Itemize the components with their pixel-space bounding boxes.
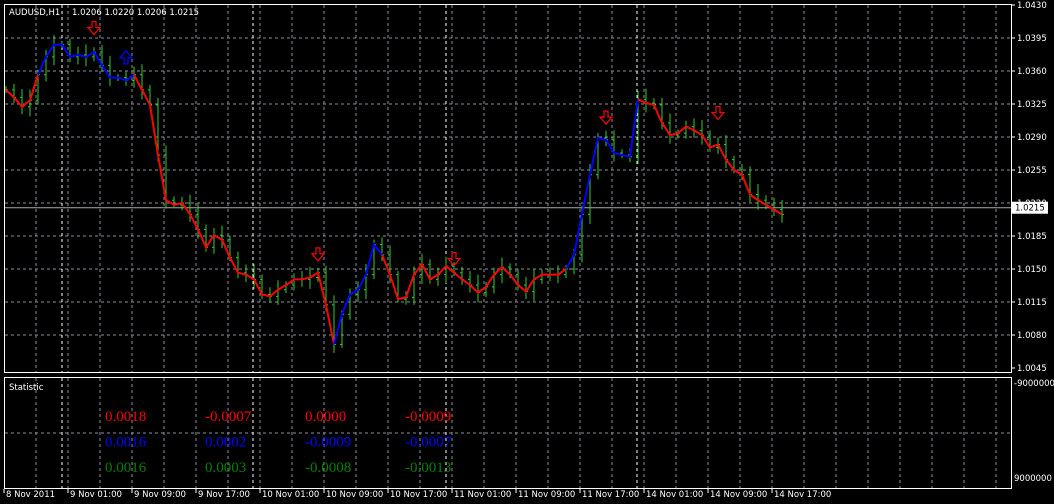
signal-arrows [86, 20, 726, 267]
time-label: 10 Nov 17:00 [390, 490, 447, 500]
price-label: 1.0325 [1017, 100, 1047, 110]
arrow-down-icon [710, 105, 726, 121]
time-label: 9 Nov 17:00 [198, 490, 250, 500]
statistic-value: -0.0007 [405, 435, 452, 451]
time-axis[interactable]: 8 Nov 2011 9 Nov 01:00 9 Nov 09:00 9 Nov 17… [3, 489, 831, 500]
statistic-value: -0.0007 [205, 409, 252, 425]
price-label: 1.0290 [1017, 133, 1047, 143]
trend-segment-down [637, 98, 783, 216]
price-chart[interactable]: AUDUSD,H1 1.0206 1.0220 1.0206 1.0215 St… [0, 0, 1054, 504]
statistic-value: 0.0003 [205, 460, 246, 476]
statistic-value: 0.0000 [305, 409, 346, 425]
chart-header-ohlc: 1.0206 1.0220 1.0206 1.0215 [72, 8, 199, 18]
subwindow-title: Statistic [9, 383, 44, 393]
sub-axis-top: -9000000 [1014, 379, 1054, 389]
time-label: 14 Nov 01:00 [646, 490, 703, 500]
statistic-value: -0.0008 [305, 460, 351, 476]
statistic-value: 0.0016 [105, 435, 147, 451]
time-label: 10 Nov 01:00 [262, 490, 319, 500]
statistic-value: -0.0013 [405, 460, 451, 476]
statistic-value: 0.0002 [205, 435, 246, 451]
time-label: 11 Nov 17:00 [582, 490, 639, 500]
statistic-value: 0.0018 [105, 409, 146, 425]
grid [5, 5, 1011, 488]
price-label: 1.0255 [1017, 166, 1047, 176]
trend-line [5, 43, 783, 345]
sub-axis-bottom: 9000000 [1014, 474, 1052, 484]
price-label: 1.0360 [1017, 67, 1047, 77]
trend-segment-up [565, 99, 639, 270]
time-label: 14 Nov 17:00 [774, 490, 831, 500]
arrow-down-icon [598, 110, 614, 126]
price-label: 1.0430 [1017, 1, 1047, 11]
statistic-value: -0.0009 [405, 409, 451, 425]
main-window-border [4, 4, 1012, 373]
time-label: 14 Nov 09:00 [710, 490, 767, 500]
arrow-up-icon [118, 49, 134, 65]
time-label: 9 Nov 09:00 [134, 490, 186, 500]
price-bars [4, 35, 784, 353]
arrow-down-icon [86, 20, 102, 36]
current-price-label: 1.0215 [1015, 204, 1045, 214]
time-label: 10 Nov 09:00 [326, 490, 383, 500]
chart-header-symbol: AUDUSD,H1 [9, 8, 60, 18]
price-label: 1.0395 [1017, 34, 1047, 44]
statistic-value: -0.0009 [305, 435, 351, 451]
price-label: 1.0115 [1017, 298, 1047, 308]
time-label: 11 Nov 01:00 [454, 490, 511, 500]
price-label: 1.0185 [1017, 232, 1047, 242]
trend-segment-down [381, 254, 567, 301]
time-label: 8 Nov 2011 [6, 490, 55, 500]
statistic-value: 0.0016 [105, 460, 147, 476]
price-label: 1.0045 [1017, 364, 1047, 374]
price-axis[interactable]: 1.0430 1.0395 1.0360 1.0325 1.0290 1.0255 1.02… [1011, 1, 1048, 374]
time-label: 11 Nov 09:00 [518, 490, 575, 500]
price-label: 1.0150 [1017, 265, 1047, 275]
time-label: 9 Nov 01:00 [70, 490, 122, 500]
arrow-down-icon [310, 247, 326, 262]
statistic-table: 0.0018 -0.0007 0.0000 -0.0009 0.0016 0.0002 -0… [105, 409, 452, 476]
price-label: 1.0080 [1017, 331, 1047, 341]
